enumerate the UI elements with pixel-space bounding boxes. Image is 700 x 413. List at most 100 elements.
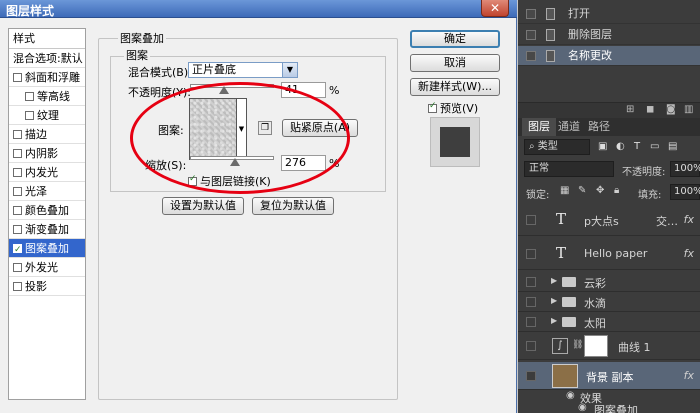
visibility-toggle[interactable] (526, 215, 536, 225)
fill-input[interactable]: 100% (670, 184, 700, 200)
link-icon[interactable]: ⛓︎ (572, 340, 583, 350)
style-item[interactable]: 等高线 (9, 87, 85, 106)
folder-icon (562, 317, 576, 327)
reset-default-button[interactable]: 复位为默认值 (252, 197, 334, 215)
history-item[interactable]: 删除图层 (518, 25, 700, 45)
snap-to-origin-button[interactable]: 贴紧原点(A) (282, 119, 358, 137)
opacity-slider-track[interactable] (190, 84, 274, 88)
style-checkbox[interactable] (13, 263, 22, 272)
visibility-toggle[interactable] (526, 277, 536, 287)
style-checkbox[interactable] (13, 241, 22, 260)
preview-checkbox-box[interactable] (428, 101, 437, 113)
layers-tab[interactable]: 通道 (552, 118, 586, 136)
cancel-button[interactable]: 取消 (410, 54, 500, 72)
pattern-picker-arrow-icon[interactable]: ▼ (237, 98, 247, 160)
style-checkbox[interactable] (13, 282, 22, 291)
style-item[interactable]: 图案叠加 (9, 239, 85, 260)
layer-row[interactable]: ▶ 水滴 (518, 292, 700, 312)
style-item[interactable]: 外发光 (9, 258, 85, 277)
style-item[interactable]: 光泽 (9, 182, 85, 201)
lock-transparency-icon[interactable]: ▦ (560, 185, 569, 196)
expand-triangle-icon[interactable]: ▶ (551, 276, 557, 285)
layer-opacity-input[interactable]: 100% (670, 161, 700, 177)
style-item[interactable]: 颜色叠加 (9, 201, 85, 220)
style-checkbox[interactable] (13, 73, 22, 82)
fx-icon[interactable]: fx (684, 213, 694, 226)
history-snapshot-toggle[interactable] (526, 51, 536, 61)
effect-visibility-icon[interactable]: ◉ (578, 402, 587, 413)
visibility-toggle[interactable] (526, 341, 536, 351)
scale-slider-thumb[interactable] (229, 158, 240, 166)
style-checkbox[interactable] (13, 130, 22, 139)
close-button[interactable]: ✕ (481, 0, 509, 17)
visibility-toggle[interactable] (526, 371, 536, 381)
new-document-icon[interactable]: ◼ (646, 104, 654, 115)
style-checkbox[interactable] (13, 168, 22, 177)
visibility-toggle[interactable] (526, 317, 536, 327)
layer-row[interactable]: 背景 副本 fx (518, 362, 700, 390)
style-checkbox[interactable] (13, 225, 22, 234)
style-checkbox[interactable] (13, 187, 22, 196)
style-checkbox[interactable] (25, 92, 34, 101)
adjustment-filter-icon[interactable]: ◐ (616, 141, 625, 152)
opacity-slider-thumb[interactable] (219, 86, 230, 94)
layer-blend-mode-select[interactable]: 正常 (524, 161, 614, 177)
dialog-titlebar[interactable]: 图层样式 ✕ (0, 0, 517, 18)
layer-row[interactable]: ▶ 云彩 (518, 272, 700, 292)
opacity-input[interactable]: 41 (281, 82, 326, 98)
layers-tab[interactable]: 路径 (582, 118, 616, 136)
expand-triangle-icon[interactable]: ▶ (551, 316, 557, 325)
style-checkbox[interactable] (13, 206, 22, 215)
lock-pixels-icon[interactable]: ✎ (578, 185, 586, 196)
trash-icon[interactable]: ▥ (684, 104, 693, 115)
new-preset-icon[interactable]: ❐ (258, 121, 272, 135)
visibility-toggle[interactable] (526, 297, 536, 307)
lock-position-icon[interactable]: ✥ (596, 185, 604, 196)
blend-options-item[interactable]: 混合选项:默认 (9, 49, 85, 68)
style-item[interactable]: 斜面和浮雕 (9, 68, 85, 87)
style-item[interactable]: 投影 (9, 277, 85, 296)
fx-icon[interactable]: fx (684, 369, 694, 382)
camera-icon[interactable]: ◙ (666, 104, 676, 115)
shape-filter-icon[interactable]: ▭ (650, 141, 659, 152)
scale-input[interactable]: 276 (281, 155, 326, 171)
fx-icon[interactable]: fx (684, 247, 694, 260)
effects-visibility-icon[interactable]: ◉ (566, 390, 575, 401)
style-checkbox[interactable] (25, 111, 34, 120)
styles-header[interactable]: 样式 (9, 29, 85, 49)
layer-row[interactable]: Tp大点s 交… fx (518, 204, 700, 236)
history-item[interactable]: 打开 (518, 4, 700, 24)
history-snapshot-toggle[interactable] (526, 30, 536, 40)
lock-all-icon[interactable]: 🔒︎ (614, 185, 619, 196)
style-item[interactable]: 纹理 (9, 106, 85, 125)
layers-tab[interactable]: 图层 (522, 118, 556, 136)
history-item[interactable]: 名称更改 (518, 46, 700, 66)
effect-item-label[interactable]: 图案叠加 (594, 402, 638, 413)
layer-row[interactable]: ∫ ⛓︎ 曲线 1 (518, 332, 700, 360)
layer-filter-select[interactable]: ⌕ 类型 (524, 139, 590, 155)
new-style-button[interactable]: 新建样式(W)... (410, 78, 500, 96)
blend-mode-select[interactable]: 正片叠底 ▼ (188, 62, 298, 78)
style-checkbox[interactable] (13, 149, 22, 158)
snapshot-icon[interactable]: ⊞ (626, 104, 634, 115)
visibility-toggle[interactable] (526, 249, 536, 259)
link-with-layer-checkbox[interactable]: 与图层链接(K) (188, 173, 271, 189)
pattern-swatch[interactable] (189, 98, 237, 160)
expand-triangle-icon[interactable]: ▶ (551, 296, 557, 305)
smart-object-filter-icon[interactable]: ▤ (668, 141, 677, 152)
style-item[interactable]: 内阴影 (9, 144, 85, 163)
text-filter-icon[interactable]: T (634, 141, 640, 152)
link-checkbox-box[interactable] (188, 174, 197, 186)
style-item[interactable]: 内发光 (9, 163, 85, 182)
style-item[interactable]: 渐变叠加 (9, 220, 85, 239)
layer-name: 背景 副本 (586, 371, 634, 384)
layer-row[interactable]: ▶ 太阳 (518, 312, 700, 332)
ok-button[interactable]: 确定 (410, 30, 500, 48)
style-label: 渐变叠加 (25, 223, 69, 236)
preview-checkbox[interactable]: 预览(V) (428, 100, 478, 116)
make-default-button[interactable]: 设置为默认值 (162, 197, 244, 215)
history-snapshot-toggle[interactable] (526, 9, 536, 19)
image-filter-icon[interactable]: ▣ (598, 141, 607, 152)
layer-row[interactable]: T Hello paper fx (518, 238, 700, 270)
style-item[interactable]: 描边 (9, 125, 85, 144)
